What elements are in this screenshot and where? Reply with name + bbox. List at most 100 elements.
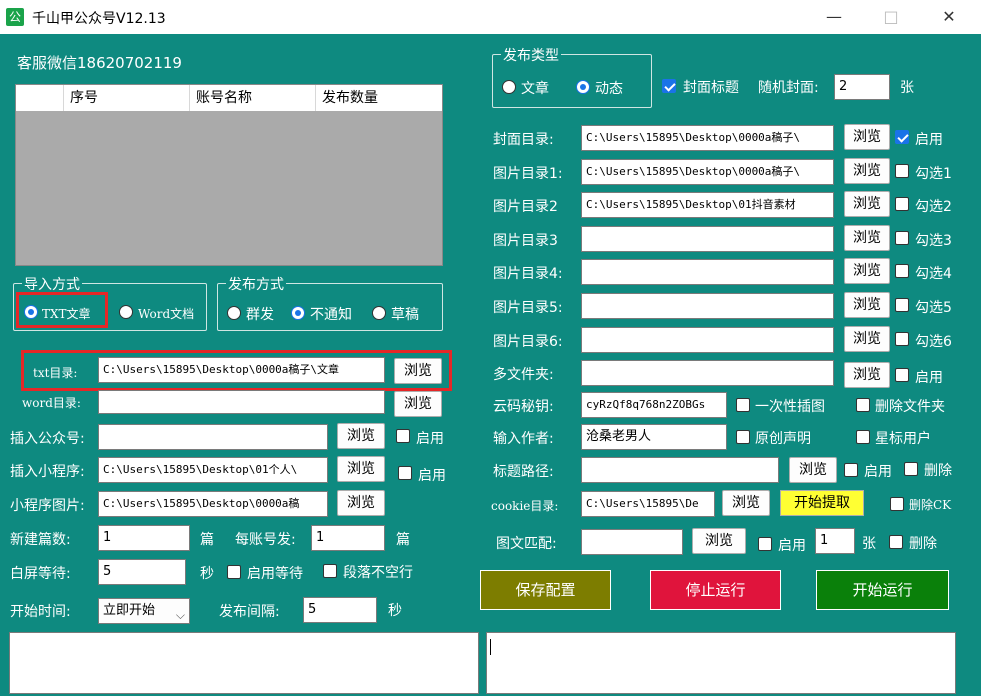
insert-mini-label: 插入小程序: xyxy=(10,464,85,480)
new-count-input[interactable]: 1 xyxy=(98,525,190,551)
column-header-select[interactable] xyxy=(16,85,64,111)
txt-dir-input[interactable]: C:\Users\15895\Desktop\0000a稿子\文章 xyxy=(98,357,385,383)
column-header-index[interactable]: 序号 xyxy=(64,85,190,111)
account-list-header: 序号 账号名称 发布数量 xyxy=(16,85,442,111)
word-dir-input[interactable] xyxy=(98,390,385,414)
close-button[interactable]: ✕ xyxy=(938,6,960,28)
insert-account-browse-button[interactable]: 浏览 xyxy=(337,423,385,449)
cookie-dir-input[interactable]: C:\Users\15895\De xyxy=(581,491,715,517)
img-dir3-input[interactable] xyxy=(581,226,834,252)
multi-folder-checkbox[interactable] xyxy=(895,368,909,382)
start-time-value: 立即开始 xyxy=(103,603,156,618)
img-dir2-input[interactable]: C:\Users\15895\Desktop\01抖音素材 xyxy=(581,192,834,218)
match-delete-checkbox[interactable] xyxy=(889,535,903,549)
save-config-button[interactable]: 保存配置 xyxy=(480,570,611,610)
white-wait-input[interactable]: 5 xyxy=(98,559,186,585)
start-run-button[interactable]: 开始运行 xyxy=(816,570,949,610)
img-dir6-browse-button[interactable]: 浏览 xyxy=(844,326,890,352)
img-dir1-checkbox[interactable] xyxy=(895,164,909,178)
img-dir6-input[interactable] xyxy=(581,327,834,353)
img-dir3-browse-button[interactable]: 浏览 xyxy=(844,225,890,251)
cover-dir-enable-checkbox[interactable] xyxy=(895,130,909,144)
img-dir2-checkbox[interactable] xyxy=(895,197,909,211)
radio-moment[interactable] xyxy=(576,80,590,94)
radio-word-label: Word文档 xyxy=(138,307,195,321)
insert-mini-enable-checkbox[interactable] xyxy=(398,466,412,480)
interval-label: 发布间隔: xyxy=(219,604,280,620)
multi-folder-browse-button[interactable]: 浏览 xyxy=(844,362,890,388)
radio-draft[interactable] xyxy=(372,306,386,320)
radio-word[interactable] xyxy=(119,305,133,319)
insert-mini-input[interactable]: C:\Users\15895\Desktop\01个人\ xyxy=(98,457,328,483)
match-enable-checkbox[interactable] xyxy=(758,537,772,551)
no-blank-line-checkbox[interactable] xyxy=(323,564,337,578)
insert-account-input[interactable] xyxy=(98,424,328,450)
account-list[interactable]: 序号 账号名称 发布数量 xyxy=(15,84,443,266)
star-user-checkbox[interactable] xyxy=(856,430,870,444)
cover-title-checkbox[interactable] xyxy=(662,79,676,93)
delete-ck-label: 删除CK xyxy=(909,498,952,512)
maximize-button[interactable]: □ xyxy=(880,6,902,28)
match-delete-label: 删除 xyxy=(909,536,937,552)
title-path-enable-checkbox[interactable] xyxy=(844,463,858,477)
img-dir5-checkbox[interactable] xyxy=(895,298,909,312)
multi-folder-label: 多文件夹: xyxy=(493,367,554,383)
radio-txt[interactable] xyxy=(24,305,38,319)
img-dir1-input[interactable]: C:\Users\15895\Desktop\0000a稿子\ xyxy=(581,159,834,185)
img-dir6-checkbox[interactable] xyxy=(895,332,909,346)
random-cover-input[interactable]: 2 xyxy=(834,74,890,100)
original-declare-checkbox[interactable] xyxy=(736,430,750,444)
cookie-dir-browse-button[interactable]: 浏览 xyxy=(722,490,770,516)
cloud-key-input[interactable]: cyRzQf8q768n2ZOBGs xyxy=(581,392,727,418)
per-account-input[interactable]: 1 xyxy=(311,525,385,551)
app-icon: 公 xyxy=(6,8,24,26)
radio-no-notify[interactable] xyxy=(291,306,305,320)
word-dir-browse-button[interactable]: 浏览 xyxy=(394,391,442,417)
star-user-label: 星标用户 xyxy=(875,431,931,447)
insert-mini-browse-button[interactable]: 浏览 xyxy=(337,456,385,482)
multi-folder-input[interactable] xyxy=(581,360,834,386)
img-dir4-checkbox[interactable] xyxy=(895,264,909,278)
one-time-insert-checkbox[interactable] xyxy=(736,398,750,412)
publish-type-group: 发布类型 xyxy=(492,45,652,108)
img-dir5-browse-button[interactable]: 浏览 xyxy=(844,292,890,318)
img-dir3-checkbox[interactable] xyxy=(895,231,909,245)
start-time-select[interactable]: 立即开始 ⌵ xyxy=(98,598,190,624)
radio-article[interactable] xyxy=(502,80,516,94)
log-box-left[interactable] xyxy=(9,632,479,694)
delete-folder-checkbox[interactable] xyxy=(856,398,870,412)
img-dir1-browse-button[interactable]: 浏览 xyxy=(844,158,890,184)
cover-dir-input[interactable]: C:\Users\15895\Desktop\0000a稿子\ xyxy=(581,125,834,151)
match-count-input[interactable]: 1 xyxy=(815,528,855,554)
interval-input[interactable]: 5 xyxy=(303,597,377,623)
radio-mass-send[interactable] xyxy=(227,306,241,320)
cover-dir-browse-button[interactable]: 浏览 xyxy=(844,124,890,150)
mini-image-browse-button[interactable]: 浏览 xyxy=(337,490,385,516)
start-extract-button[interactable]: 开始提取 xyxy=(780,490,864,516)
title-path-browse-button[interactable]: 浏览 xyxy=(789,457,837,483)
txt-dir-label: txt目录: xyxy=(33,366,78,380)
img-dir4-input[interactable] xyxy=(581,259,834,285)
cover-dir-enable-label: 启用 xyxy=(915,132,943,148)
img-dir4-browse-button[interactable]: 浏览 xyxy=(844,258,890,284)
per-account-label: 每账号发: xyxy=(235,532,296,548)
title-path-input[interactable] xyxy=(581,457,779,483)
insert-account-enable-checkbox[interactable] xyxy=(396,429,410,443)
column-header-count[interactable]: 发布数量 xyxy=(316,85,442,111)
radio-moment-label: 动态 xyxy=(595,81,623,97)
match-browse-button[interactable]: 浏览 xyxy=(692,528,746,554)
mini-image-input[interactable]: C:\Users\15895\Desktop\0000a稿 xyxy=(98,491,328,517)
img-dir2-browse-button[interactable]: 浏览 xyxy=(844,191,890,217)
radio-article-label: 文章 xyxy=(521,81,549,97)
stop-run-button[interactable]: 停止运行 xyxy=(650,570,781,610)
delete-ck-checkbox[interactable] xyxy=(890,497,904,511)
column-header-account[interactable]: 账号名称 xyxy=(190,85,316,111)
minimize-button[interactable]: — xyxy=(823,6,845,28)
title-path-delete-checkbox[interactable] xyxy=(904,462,918,476)
img-dir5-input[interactable] xyxy=(581,293,834,319)
match-input[interactable] xyxy=(581,529,683,555)
enable-wait-checkbox[interactable] xyxy=(227,565,241,579)
txt-dir-browse-button[interactable]: 浏览 xyxy=(394,358,442,384)
log-box-right[interactable] xyxy=(486,632,956,694)
author-input[interactable]: 沧桑老男人 xyxy=(581,424,727,450)
